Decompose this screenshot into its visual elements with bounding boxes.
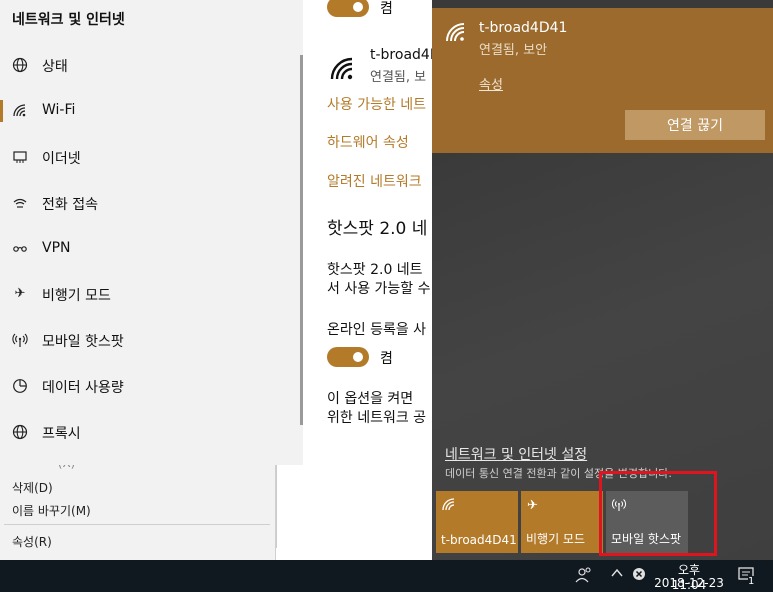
sidebar-item-label: 모바일 핫스팟 [42,334,124,350]
sidebar-item-ethernet[interactable]: 이더넷 [0,137,300,177]
wifi-icon [329,56,357,86]
wifi-toggle[interactable] [327,0,369,17]
notification-count-badge: 1 [748,576,755,587]
network-name: t-broad4D [370,47,433,63]
context-menu-item-delete[interactable]: 삭제(D) [12,479,53,496]
annotation-highlight-box [599,471,717,556]
context-menu-item-rename[interactable]: 이름 바꾸기(M) [12,502,91,519]
online-registration-toggle-label: 켬 [380,351,393,367]
settings-sidebar: 네트워크 및 인터넷 상태 Wi-Fi 이더넷 전화 접속 VPN ✈ 비행기 … [0,0,303,465]
airplane-icon: ✈ [527,498,538,513]
globe-icon [11,57,29,73]
option-description: 위한 네트워크 공 [327,410,427,426]
wifi-icon [445,22,467,48]
known-networks-link[interactable]: 알려진 네트워크 [327,171,422,191]
option-description: 이 옵션을 켜면 [327,391,414,407]
sidebar-item-label: Wi-Fi [42,102,76,118]
network-settings-link[interactable]: 네트워크 및 인터넷 설정 [445,444,587,464]
wifi-icon [11,103,29,119]
sidebar-item-label: VPN [42,240,71,256]
sidebar-item-label: 프록시 [42,426,81,442]
sidebar-item-label: 비행기 모드 [42,288,111,304]
sidebar-item-airplane[interactable]: ✈ 비행기 모드 [0,274,300,314]
settings-window: 네트워크 및 인터넷 상태 Wi-Fi 이더넷 전화 접속 VPN ✈ 비행기 … [0,0,433,465]
disconnect-button[interactable]: 연결 끊기 [625,110,765,140]
people-icon[interactable] [575,566,593,588]
hotspot-description: 핫스팟 2.0 네트 [327,262,423,278]
quick-action-wifi[interactable]: t-broad4D41 [436,491,518,553]
sidebar-item-status[interactable]: 상태 [0,45,300,85]
sidebar-item-hotspot[interactable]: 모바일 핫스팟 [0,320,300,360]
quick-action-label: t-broad4D41 [441,533,517,547]
sidebar-item-data-usage[interactable]: 데이터 사용량 [0,366,300,406]
sidebar-item-label: 데이터 사용량 [42,380,124,396]
hotspot-heading: 핫스팟 2.0 네 [327,219,428,239]
context-menu-divider [4,524,270,525]
online-registration-toggle[interactable] [327,347,369,367]
network-status: 연결됨, 보 [370,70,427,85]
connected-network-name: t-broad4D41 [479,20,568,36]
available-networks-link[interactable]: 사용 가능한 네트 [327,94,426,114]
wifi-settings-content: 켬 t-broad4D 연결됨, 보 사용 가능한 네트 하드웨어 속성 알려진… [303,0,433,465]
sidebar-item-proxy[interactable]: 프록시 [0,412,300,452]
airplane-icon: ✈ [14,286,26,301]
quick-action-label: 비행기 모드 [526,532,586,546]
vpn-icon [11,241,29,257]
explorer-background [276,460,437,548]
wifi-icon [442,498,456,516]
sidebar-item-vpn[interactable]: VPN [0,229,300,269]
ethernet-icon [11,149,29,165]
sidebar-item-label: 이더넷 [42,151,81,167]
dialup-icon [11,195,29,211]
wifi-toggle-label: 켬 [380,1,393,17]
properties-link[interactable]: 속성 [479,74,503,93]
sidebar-item-label: 전화 접속 [42,197,98,213]
hotspot-icon [11,332,29,348]
network-disconnected-icon[interactable] [632,567,646,585]
quick-action-airplane[interactable]: ✈ 비행기 모드 [521,491,603,553]
sidebar-item-wifi[interactable]: Wi-Fi [0,91,300,131]
sidebar-item-dialup[interactable]: 전화 접속 [0,183,300,223]
hotspot-description: 서 사용 가능할 수 [327,281,431,297]
connected-network-status: 연결됨, 보안 [479,43,548,58]
chevron-up-icon[interactable] [610,566,624,584]
proxy-globe-icon [11,424,29,440]
clock-date[interactable]: 2018-12-23 [653,576,725,590]
sidebar-item-label: 상태 [42,59,68,75]
active-indicator [0,100,3,122]
data-usage-icon [11,378,29,394]
online-registration-label: 온라인 등록을 사 [327,322,427,338]
hardware-properties-link[interactable]: 하드웨어 속성 [327,132,409,152]
context-menu-item-properties[interactable]: 속성(R) [12,533,52,550]
sidebar-title: 네트워크 및 인터넷 [12,12,125,28]
